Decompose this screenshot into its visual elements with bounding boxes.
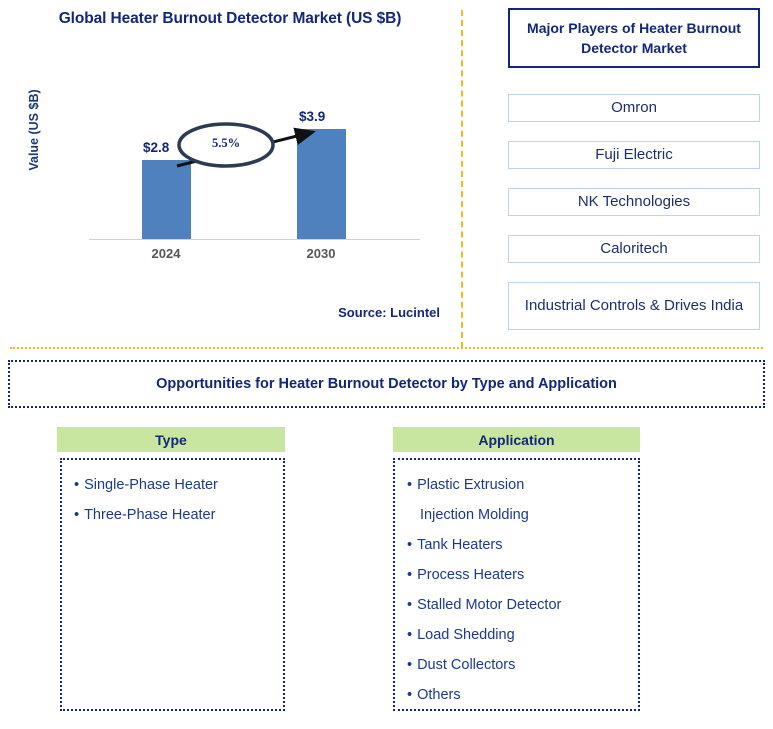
horizontal-divider bbox=[10, 347, 763, 349]
list-item-label: Tank Heaters bbox=[417, 537, 503, 553]
infographic-canvas: Global Heater Burnout Detector Market (U… bbox=[0, 0, 773, 729]
list-item-label: Load Shedding bbox=[417, 627, 515, 643]
list-item-label: Single-Phase Heater bbox=[84, 477, 218, 493]
list-item: • Stalled Motor Detector bbox=[407, 590, 626, 620]
chart-source-note: Source: Lucintel bbox=[338, 305, 440, 320]
list-item-label: Process Heaters bbox=[417, 567, 525, 583]
major-players-panel: Major Players of Heater Burnout Detector… bbox=[508, 8, 760, 330]
list-item: • Load Shedding bbox=[407, 620, 626, 650]
bullet-icon: • bbox=[407, 627, 413, 643]
market-chart-panel: Global Heater Burnout Detector Market (U… bbox=[0, 0, 461, 348]
type-column-header: Type bbox=[57, 427, 285, 452]
list-item: • Process Heaters bbox=[407, 560, 626, 590]
list-item: • Single-Phase Heater bbox=[74, 470, 271, 500]
list-item-label: Others bbox=[417, 687, 461, 703]
application-list-box: • Plastic Extrusion Injection Molding • Ta… bbox=[393, 458, 640, 711]
bullet-icon: • bbox=[74, 507, 80, 523]
list-item-label: Injection Molding bbox=[420, 507, 529, 523]
player-box-industrial-controls-drives-india[interactable]: Industrial Controls & Drives India bbox=[508, 282, 760, 330]
type-list-box: • Single-Phase Heater • Three-Phase Heater bbox=[60, 458, 285, 711]
major-players-header: Major Players of Heater Burnout Detector… bbox=[508, 8, 760, 68]
bullet-icon: • bbox=[407, 687, 413, 703]
list-item-label: Plastic Extrusion bbox=[417, 477, 525, 493]
bar-value-2024: $2.8 bbox=[143, 140, 170, 155]
chart-title: Global Heater Burnout Detector Market (U… bbox=[58, 10, 402, 27]
bullet-icon: • bbox=[407, 477, 413, 493]
player-box-caloritech[interactable]: Caloritech bbox=[508, 235, 760, 263]
list-item: • Dust Collectors bbox=[407, 650, 626, 680]
category-label-2024: 2024 bbox=[151, 246, 181, 261]
list-item: • Plastic Extrusion bbox=[407, 470, 626, 500]
category-label-2030: 2030 bbox=[306, 246, 336, 261]
opportunities-banner: Opportunities for Heater Burnout Detecto… bbox=[8, 360, 765, 408]
player-box-omron[interactable]: Omron bbox=[508, 94, 760, 122]
chart-y-axis-label: Value (US $B) bbox=[27, 89, 41, 171]
player-box-fuji-electric[interactable]: Fuji Electric bbox=[508, 141, 760, 169]
bullet-icon: • bbox=[407, 597, 413, 613]
bullet-icon: • bbox=[74, 477, 80, 493]
list-item: • Tank Heaters bbox=[407, 530, 626, 560]
bullet-icon: • bbox=[407, 537, 413, 553]
player-box-nk-technologies[interactable]: NK Technologies bbox=[508, 188, 760, 216]
list-item: Injection Molding bbox=[407, 500, 626, 530]
list-item-label: Three-Phase Heater bbox=[84, 507, 216, 523]
list-item: • Others bbox=[407, 680, 626, 710]
list-item-label: Stalled Motor Detector bbox=[417, 597, 562, 613]
bullet-icon: • bbox=[407, 657, 413, 673]
list-item: • Three-Phase Heater bbox=[74, 500, 271, 530]
chart-plot-area: Value (US $B) $2.8 $3.9 2024 2030 5.5% bbox=[27, 89, 420, 261]
cagr-value-label: 5.5% bbox=[211, 136, 241, 150]
list-item-label: Dust Collectors bbox=[417, 657, 516, 673]
application-column-header: Application bbox=[393, 427, 640, 452]
chart-axis-line bbox=[89, 239, 420, 240]
bullet-icon: • bbox=[407, 567, 413, 583]
vertical-divider bbox=[461, 10, 463, 348]
